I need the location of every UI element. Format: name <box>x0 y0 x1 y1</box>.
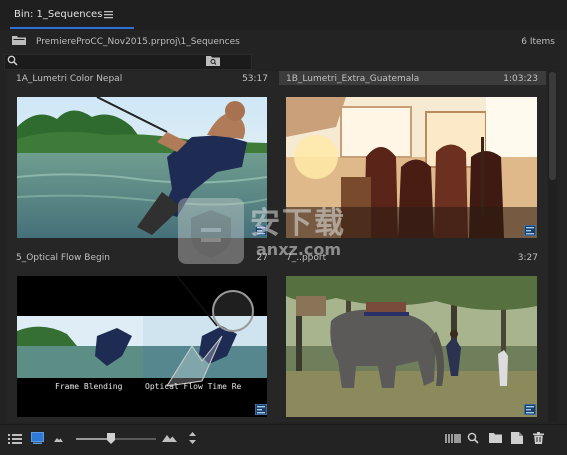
list-view-icon[interactable] <box>8 433 22 444</box>
watermark-url: anxz.com <box>256 240 342 259</box>
automate-to-sequence-icon[interactable] <box>445 434 461 443</box>
bin-path: PremiereProCC_Nov2015.prproj\1_Sequences <box>36 37 240 47</box>
new-search-bin-icon[interactable] <box>206 55 220 66</box>
panel-menu-icon[interactable] <box>103 9 114 20</box>
clip-name[interactable]: 5_Optical Flow Begin <box>16 253 110 263</box>
mountain-small-icon[interactable] <box>54 436 63 442</box>
new-item-icon[interactable] <box>511 432 523 444</box>
watermark-text: 安下载 <box>250 206 346 241</box>
clip-duration: 1:03:23 <box>503 74 538 84</box>
clip-name[interactable]: 1B_Lumetri_Extra_Guatemala <box>286 74 419 84</box>
clip-duration: 3:27 <box>517 253 538 263</box>
scrollbar-thumb[interactable] <box>549 72 556 180</box>
clip-duration: 53:17 <box>242 74 268 84</box>
tab-active-indicator <box>10 27 134 29</box>
bin-folder-icon <box>12 36 26 45</box>
clip-thumbnail-optical-flow[interactable]: Frame Blending Optical Flow Time Re <box>17 276 267 417</box>
optical-flow-caption: Optical Flow Time Re <box>145 382 242 391</box>
new-bin-icon[interactable] <box>489 433 502 443</box>
trash-icon[interactable] <box>533 432 544 444</box>
project-bin-panel: Bin: 1_Sequences PremiereProCC_Nov2015.p… <box>0 0 567 455</box>
clip-thumbnail-elephant[interactable] <box>286 276 537 417</box>
sequence-badge-icon <box>524 225 536 236</box>
sequence-badge-icon <box>255 404 267 415</box>
sort-icon[interactable] <box>188 432 197 444</box>
sequence-badge-icon <box>524 404 536 415</box>
mountain-large-icon[interactable] <box>162 433 177 442</box>
icon-view-icon[interactable] <box>31 432 44 444</box>
find-icon[interactable] <box>467 432 479 444</box>
tab-bin-title[interactable]: Bin: 1_Sequences <box>14 9 102 20</box>
zoom-slider-fill <box>76 438 112 440</box>
search-icon[interactable] <box>7 55 18 66</box>
frame-blending-caption: Frame Blending <box>55 382 123 391</box>
clip-name[interactable]: 1A_Lumetri Color Nepal <box>16 74 122 84</box>
watermark: 安下载 anxz.com <box>176 196 386 266</box>
items-count: 6 Items <box>521 37 555 47</box>
